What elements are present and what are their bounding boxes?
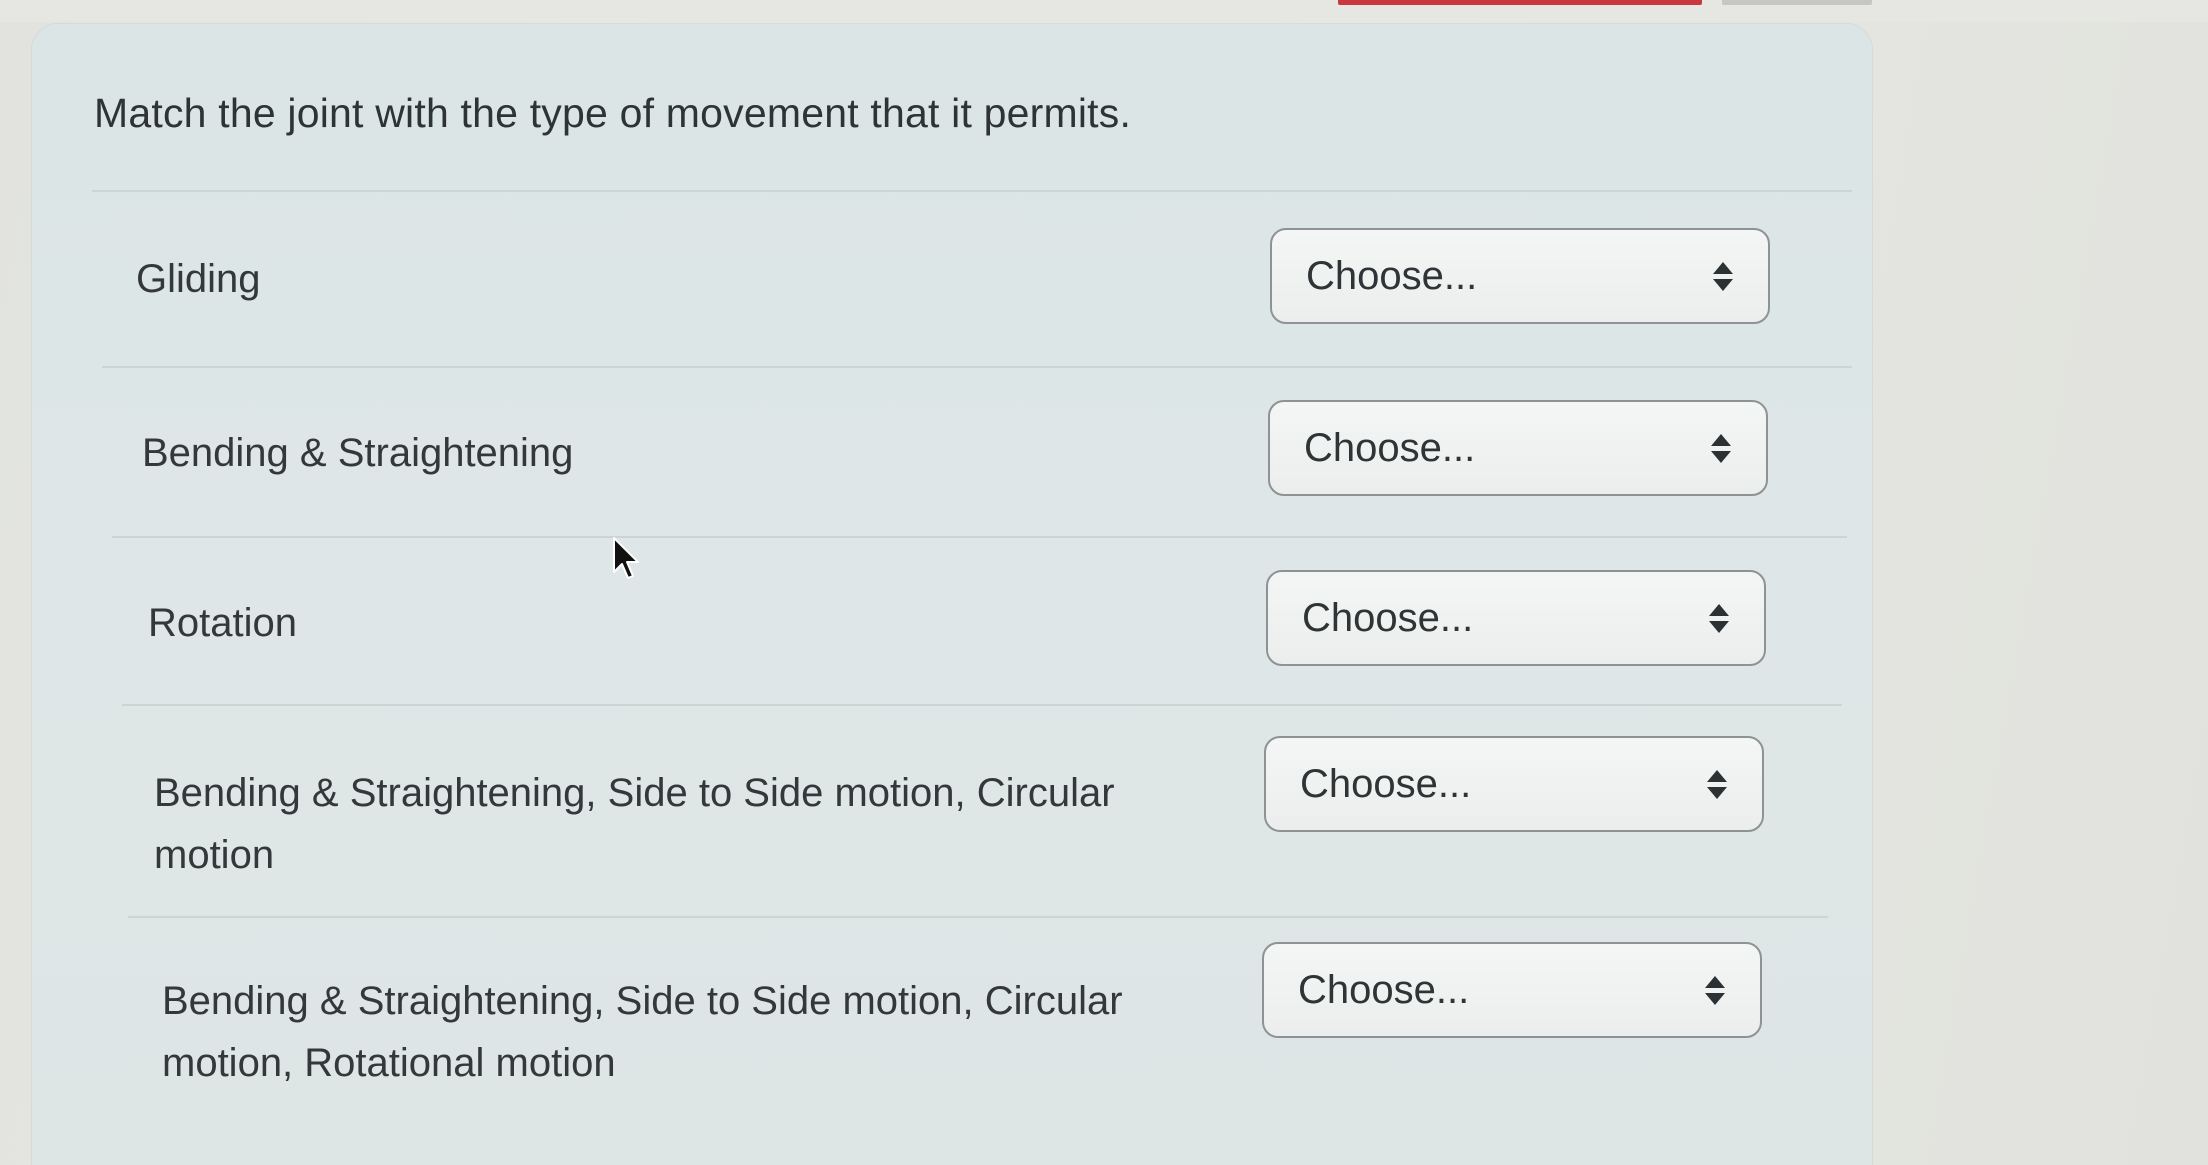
row-divider: [128, 916, 1828, 918]
select-value: Choose...: [1304, 425, 1476, 470]
question-text: Match the joint with the type of movemen…: [94, 90, 1132, 136]
select-value: Choose...: [1306, 253, 1478, 298]
up-down-arrows-icon: [1710, 428, 1732, 468]
answer-select-3[interactable]: Choose...: [1266, 570, 1766, 666]
row-label-3: Rotation: [148, 601, 297, 645]
top-accent-bar-secondary: [1722, 0, 1872, 5]
up-down-arrows-icon: [1704, 970, 1726, 1010]
row-label-5: Bending & Straightening, Side to Side mo…: [162, 979, 1123, 1085]
row-divider: [92, 190, 1852, 192]
question-panel: Match the joint with the type of movemen…: [32, 24, 1872, 1165]
row-label-2: Bending & Straightening: [142, 431, 574, 475]
row-label-1: Gliding: [136, 257, 261, 301]
select-value: Choose...: [1298, 967, 1470, 1012]
answer-select-1[interactable]: Choose...: [1270, 228, 1770, 324]
row-divider: [122, 704, 1842, 706]
top-accent-bar: [1338, 0, 1702, 5]
up-down-arrows-icon: [1712, 256, 1734, 296]
row-divider: [112, 536, 1847, 538]
row-divider: [102, 366, 1852, 368]
answer-select-2[interactable]: Choose...: [1268, 400, 1768, 496]
up-down-arrows-icon: [1706, 764, 1728, 804]
up-down-arrows-icon: [1708, 598, 1730, 638]
top-edge: [0, 0, 2208, 22]
row-label-4: Bending & Straightening, Side to Side mo…: [154, 771, 1115, 877]
select-value: Choose...: [1302, 595, 1474, 640]
answer-select-4[interactable]: Choose...: [1264, 736, 1764, 832]
select-value: Choose...: [1300, 761, 1472, 806]
mouse-pointer-icon: [613, 537, 639, 579]
answer-select-5[interactable]: Choose...: [1262, 942, 1762, 1038]
